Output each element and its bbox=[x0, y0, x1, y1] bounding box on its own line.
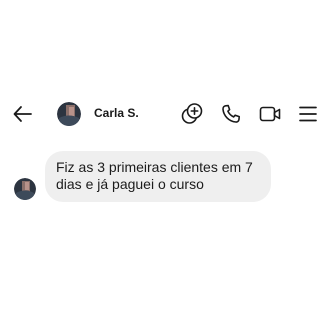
hamburger-menu-icon bbox=[299, 106, 317, 122]
message-bubble[interactable]: Fiz as 3 primeiras clientes em 7 dias e … bbox=[45, 151, 271, 202]
chat-header: Carla S. bbox=[0, 96, 335, 132]
sender-avatar[interactable] bbox=[14, 178, 36, 200]
contact-avatar[interactable] bbox=[57, 102, 81, 126]
arrow-left-icon bbox=[13, 106, 32, 122]
menu-button[interactable] bbox=[296, 102, 320, 126]
coins-plus-icon bbox=[181, 103, 203, 124]
back-button[interactable] bbox=[11, 102, 35, 126]
phone-icon bbox=[222, 104, 240, 123]
video-camera-icon bbox=[259, 106, 281, 122]
coin-exchange-button[interactable] bbox=[180, 102, 204, 126]
voice-call-button[interactable] bbox=[219, 102, 243, 126]
video-call-button[interactable] bbox=[258, 102, 282, 126]
chat-screen: Carla S. Fiz as 3 primeiras clientes em … bbox=[0, 0, 335, 309]
contact-name[interactable]: Carla S. bbox=[94, 106, 139, 120]
message-text: Fiz as 3 primeiras clientes em 7 dias e … bbox=[56, 159, 253, 192]
